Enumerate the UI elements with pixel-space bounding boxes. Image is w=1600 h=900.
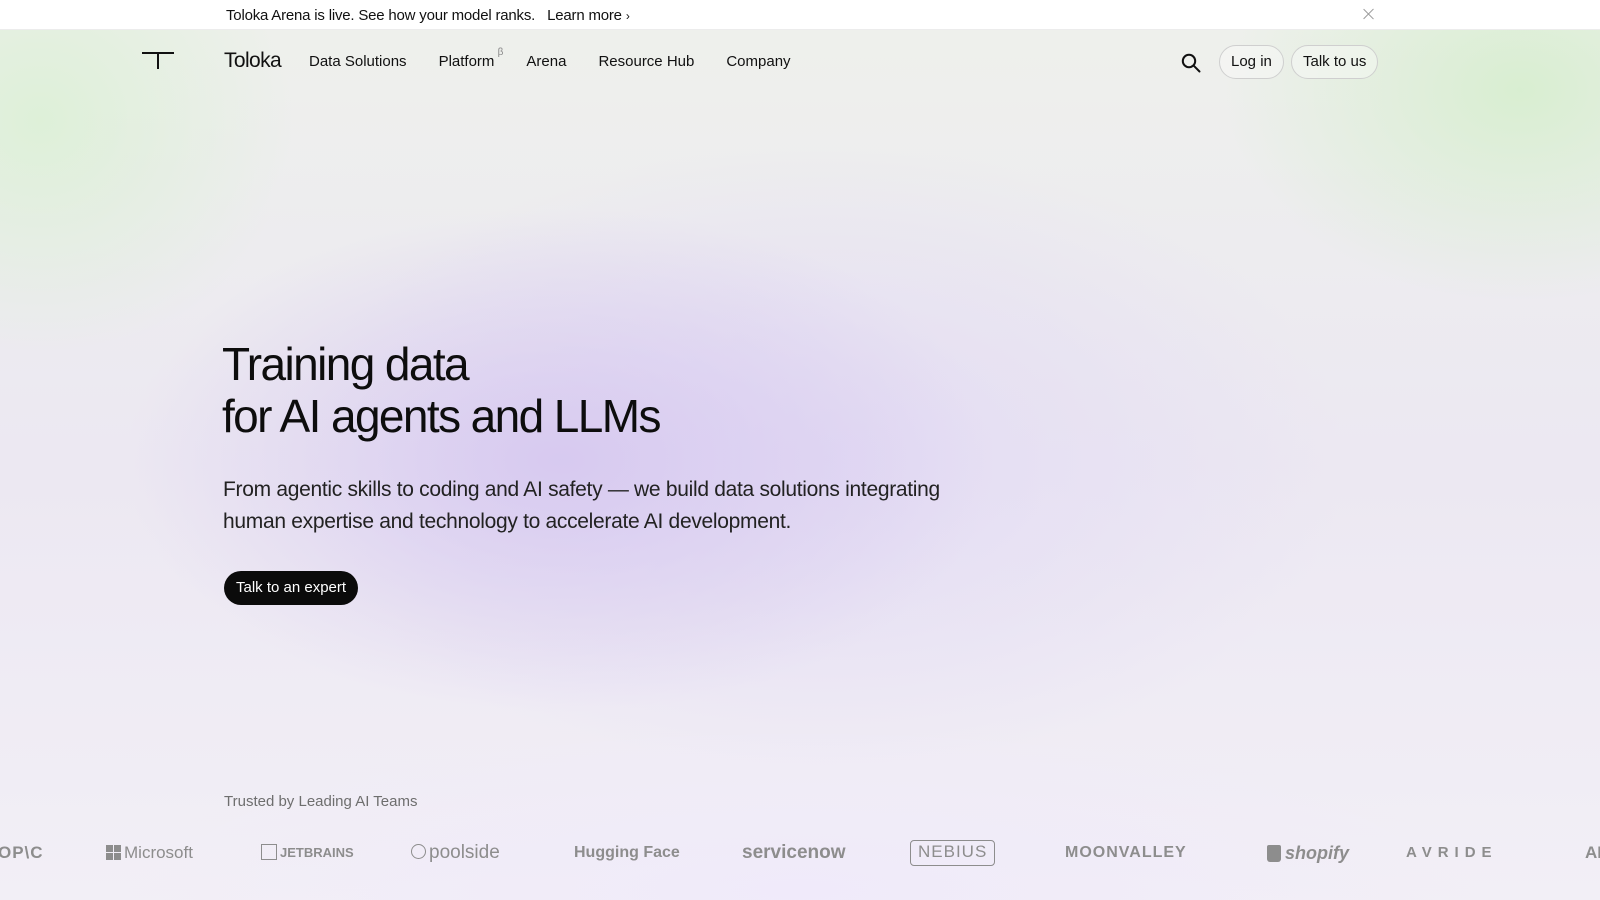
announcement-bar: Toloka Arena is live. See how your model… xyxy=(0,0,1600,30)
microsoft-logo: Microsoft xyxy=(106,838,193,868)
hugging-face-logo: Hugging Face xyxy=(574,844,680,861)
hero-title-line-2: for AI agents and LLMs xyxy=(222,390,661,442)
servicenow-logo: servicenow xyxy=(742,842,846,863)
anthropic-logo: OP\C xyxy=(0,843,44,862)
trusted-label: Trusted by Leading AI Teams xyxy=(224,793,418,810)
talk-to-us-button[interactable]: Talk to us xyxy=(1291,45,1379,79)
poolside-logo: poolside xyxy=(411,838,500,868)
close-icon[interactable] xyxy=(1361,6,1377,22)
chevron-right-icon: › xyxy=(625,8,630,23)
logo-strip: OP\C Microsoft JETBRAINS poolside Huggin… xyxy=(0,838,1600,868)
beta-badge: β xyxy=(497,47,504,58)
nav-item-platform[interactable]: Platform β xyxy=(439,47,504,70)
hero-title: Training data for AI agents and LLMs xyxy=(222,338,1022,442)
jetbrains-logo: JETBRAINS xyxy=(261,838,354,868)
moonvalley-logo: MOONVALLEY xyxy=(1065,844,1187,861)
nav-item-resource-hub[interactable]: Resource Hub xyxy=(598,53,694,70)
brand-name[interactable]: Toloka xyxy=(224,49,282,73)
poolside-circle-icon xyxy=(411,844,426,859)
top-nav: Toloka Data Solutions Platform β Arena Re… xyxy=(0,30,1600,94)
toloka-logo-icon[interactable] xyxy=(142,52,174,70)
partial-logo: AI xyxy=(1585,843,1600,862)
nav-links: Data Solutions Platform β Arena Resource … xyxy=(309,47,791,70)
nav-item-data-solutions[interactable]: Data Solutions xyxy=(309,53,407,70)
learn-more-label: Learn more xyxy=(547,6,622,24)
nav-item-company[interactable]: Company xyxy=(726,53,790,70)
hero-title-line-1: Training data xyxy=(222,338,470,390)
nebius-logo: NEBIUS xyxy=(910,840,996,866)
hero-background xyxy=(0,30,1600,900)
search-icon[interactable] xyxy=(1180,52,1202,74)
login-button[interactable]: Log in xyxy=(1219,45,1284,79)
learn-more-link[interactable]: Learn more › xyxy=(547,7,630,24)
talk-to-expert-button[interactable]: Talk to an expert xyxy=(224,571,359,605)
avride-logo: AVRIDE xyxy=(1406,844,1498,861)
microsoft-grid-icon xyxy=(106,845,121,860)
shopify-logo: shopify xyxy=(1267,838,1349,868)
jetbrains-box-icon xyxy=(261,844,277,860)
nav-item-arena[interactable]: Arena xyxy=(526,53,566,70)
hero-subtitle: From agentic skills to coding and AI saf… xyxy=(223,478,940,533)
announcement-text: Toloka Arena is live. See how your model… xyxy=(226,6,536,24)
shopify-bag-icon xyxy=(1267,845,1281,862)
